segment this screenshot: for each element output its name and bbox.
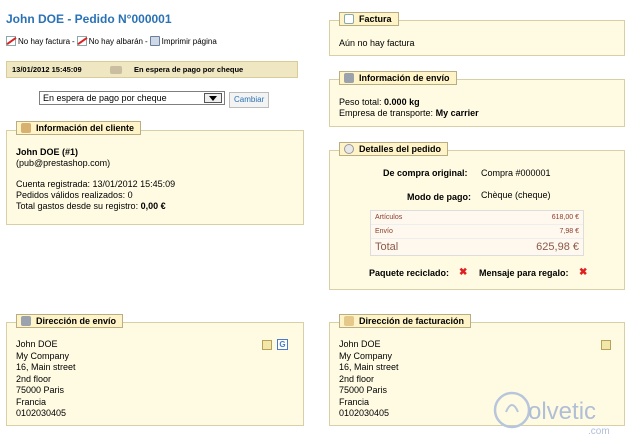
order-actions: No hay factura - No hay albarán - Imprim…: [6, 36, 217, 46]
status-select-value: En espera de pago por cheque: [43, 93, 167, 103]
delivery-address-legend: Dirección de envío: [16, 314, 124, 328]
address-line: 0102030405: [339, 408, 390, 418]
magnifier-icon: [344, 144, 354, 154]
customer-name: John DOE (#1): [16, 147, 79, 157]
no-delivery-slip-icon: [76, 36, 87, 46]
printer-icon: [149, 36, 160, 46]
user-icon: [21, 123, 31, 133]
edit-address-icon[interactable]: [262, 340, 272, 350]
address-line: 0102030405: [16, 408, 67, 418]
products-value: 618,00 €: [551, 214, 579, 221]
truck-icon: [344, 73, 354, 83]
logo-domain: .com: [588, 426, 610, 437]
address-line: John DOE: [16, 339, 58, 349]
logo-brand: olvetic: [528, 398, 596, 425]
address-line: Francia: [339, 396, 370, 407]
status-label: En espera de pago por cheque: [134, 65, 244, 74]
total-value: 625,98 €: [536, 241, 579, 253]
order-status-history: 13/01/2012 15:45:09 En espera de pago po…: [6, 61, 298, 78]
print-link[interactable]: Imprimir página: [149, 36, 217, 46]
customer-email[interactable]: (pub@prestashop.com): [16, 158, 175, 169]
page-title: John DOE - Pedido N°000001: [6, 12, 172, 26]
original-order-value[interactable]: Compra #000001: [481, 168, 551, 179]
delivery-address-block: John DOE My Company 16, Main street 2nd …: [16, 339, 76, 420]
dropdown-arrow-icon[interactable]: [204, 93, 222, 103]
customer-valid-orders: Pedidos válidos realizados: 0: [16, 190, 133, 200]
shipping-cost-label: Envío: [375, 228, 393, 235]
truck-icon: [21, 316, 31, 326]
change-status-button[interactable]: Cambiar: [229, 92, 270, 108]
payment-value: Chèque (cheque): [481, 190, 551, 200]
billing-address-title: Dirección de facturación: [359, 316, 465, 326]
invoice-icon: [344, 316, 354, 326]
address-line: 2nd floor: [339, 373, 375, 384]
address-line: My Company: [339, 350, 393, 361]
shipping-info-legend: Información de envío: [339, 71, 457, 85]
billing-address-block: John DOE My Company 16, Main street 2nd …: [339, 339, 399, 420]
gift-message-label: Mensaje para regalo:: [479, 268, 569, 278]
original-order-label: De compra original:: [383, 168, 468, 178]
separator: -: [144, 36, 148, 46]
status-date: 13/01/2012 15:45:09: [12, 65, 82, 74]
table-row: Envío 7,98 €: [371, 225, 583, 239]
shipping-block: Peso total: 0.000 kg Empresa de transpor…: [339, 97, 479, 119]
customer-registered: Cuenta registrada: 13/01/2012 15:45:09: [16, 179, 176, 189]
billing-address-legend: Dirección de facturación: [339, 314, 472, 328]
order-totals-table: Artículos 618,00 € Envío 7,98 € Total 62…: [370, 210, 584, 256]
print-label: Imprimir página: [161, 36, 217, 46]
no-delivery-link[interactable]: No hay albarán: [76, 36, 143, 46]
logo-circle: [493, 391, 531, 429]
customer-block: John DOE (#1) (pub@prestashop.com) Cuent…: [16, 147, 175, 212]
no-invoice-icon: [6, 36, 16, 46]
no-invoice-label: No hay factura: [18, 36, 71, 46]
shipping-info-title: Información de envío: [359, 73, 450, 83]
google-maps-icon[interactable]: G: [277, 339, 288, 350]
carrier-label: Empresa de transporte:: [339, 108, 434, 118]
order-details-title: Detalles del pedido: [359, 144, 442, 154]
recycled-package-label: Paquete reciclado:: [369, 268, 450, 278]
logo-bulb: [505, 404, 519, 413]
address-line: 16, Main street: [16, 362, 76, 372]
no-invoice-link[interactable]: No hay factura: [6, 36, 70, 46]
carrier-value: My carrier: [435, 108, 479, 118]
address-line: 2nd floor: [16, 373, 52, 384]
no-delivery-label: No hay albarán: [88, 36, 143, 46]
total-label: Total: [375, 241, 399, 253]
customer-total-value: 0,00 €: [140, 201, 166, 211]
separator: -: [72, 36, 75, 46]
gift-no-icon: ✖: [579, 267, 588, 278]
address-line: My Company: [16, 350, 70, 361]
weight-value: 0.000 kg: [384, 97, 420, 107]
status-select[interactable]: En espera de pago por cheque: [39, 91, 225, 105]
invoice-title: Factura: [359, 14, 392, 24]
products-label: Artículos: [375, 214, 403, 221]
address-line: 75000 Paris: [16, 385, 65, 395]
cheque-icon: [110, 65, 122, 74]
address-line: Francia: [16, 396, 47, 407]
shipping-cost-value: 7,98 €: [559, 228, 579, 235]
customer-info-legend: Información del cliente: [16, 121, 142, 135]
address-line: 16, Main street: [339, 362, 399, 372]
order-details-legend: Detalles del pedido: [339, 142, 449, 156]
no-invoice-icon: [344, 14, 354, 24]
invoice-legend: Factura: [339, 12, 399, 26]
weight-label: Peso total:: [339, 97, 382, 107]
payment-label: Modo de pago:: [407, 192, 471, 202]
table-row: Artículos 618,00 €: [371, 211, 583, 225]
edit-address-icon[interactable]: [601, 340, 611, 350]
address-line: John DOE: [339, 339, 381, 349]
invoice-text: Aún no hay factura: [339, 38, 415, 48]
table-row: Total 625,98 €: [371, 239, 583, 255]
customer-total-label: Total gastos desde su registro:: [16, 201, 139, 211]
address-line: 75000 Paris: [339, 385, 388, 395]
delivery-address-title: Dirección de envío: [36, 316, 117, 326]
recycled-no-icon: ✖: [459, 267, 468, 278]
customer-info-title: Información del cliente: [36, 123, 135, 133]
watermark-logo: olvetic .com: [493, 391, 610, 437]
